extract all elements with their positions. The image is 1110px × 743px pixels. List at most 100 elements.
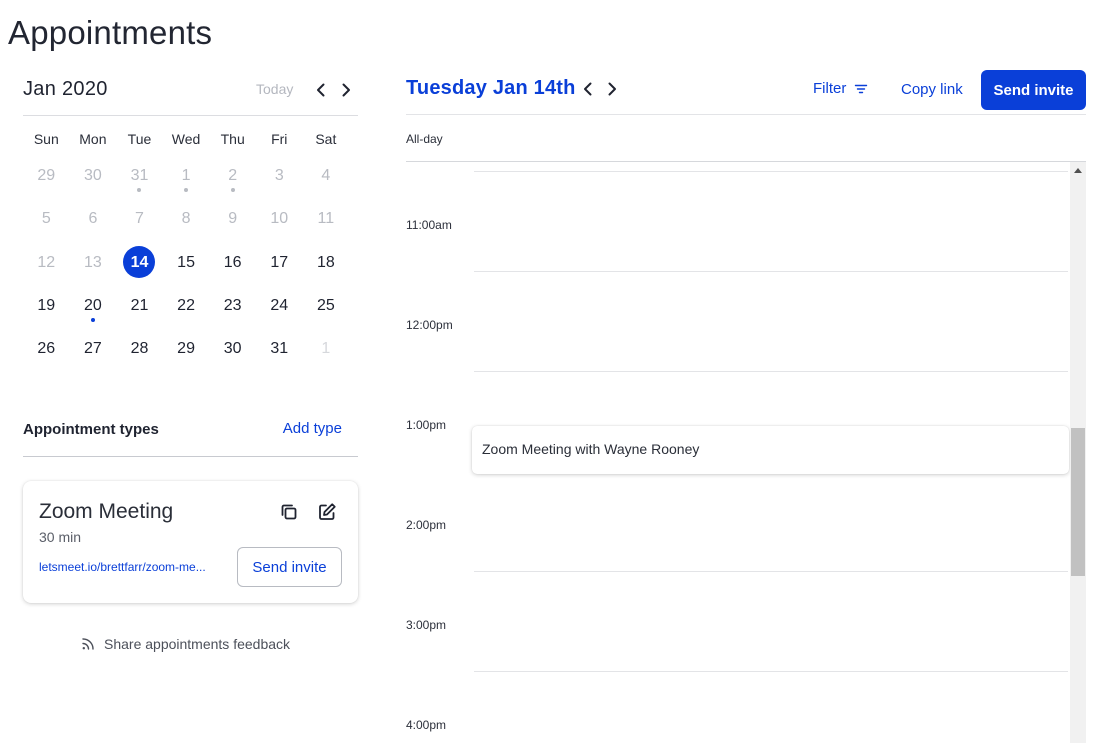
calendar-day[interactable]: 28 — [116, 327, 163, 370]
event-indicator-dot — [184, 188, 189, 193]
calendar-day[interactable]: 4 — [303, 154, 350, 197]
share-feedback-link[interactable]: Share appointments feedback — [80, 636, 290, 652]
calendar-day[interactable]: 9 — [209, 197, 256, 240]
calendar-day[interactable]: 24 — [256, 284, 303, 327]
event-zoom-meeting[interactable]: Zoom Meeting with Wayne Rooney — [472, 426, 1069, 474]
event-indicator-dot — [230, 188, 235, 193]
calendar-day[interactable]: 30 — [209, 327, 256, 370]
appointment-type-duration: 30 min — [39, 529, 82, 545]
calendar-week-row: 19 20 21 22 23 24 25 — [23, 284, 358, 327]
day-timeline[interactable]: 11:00am 12:00pm 1:00pm 2:00pm 3:00pm 4:00pm Zo… — [406, 162, 1086, 743]
calendar-day[interactable]: 7 — [116, 197, 163, 240]
calendar-day[interactable]: 5 — [23, 197, 70, 240]
calendar-day[interactable]: 12 — [23, 241, 70, 284]
calendar-day[interactable]: 27 — [70, 327, 117, 370]
scroll-up-arrow-icon[interactable] — [1074, 168, 1082, 173]
calendar-day-number: 8 — [181, 210, 191, 228]
hour-label: 1:00pm — [406, 418, 447, 432]
calendar-day[interactable]: 15 — [163, 241, 210, 284]
calendar-day[interactable]: 29 — [163, 327, 210, 370]
calendar-day-number: 4 — [321, 167, 331, 184]
day-view: Tuesday Jan 14th Filter Copy link Send i… — [406, 70, 1086, 743]
calendar-day-number: 23 — [223, 296, 242, 314]
calendar-day-number: 29 — [37, 167, 56, 184]
calendar-day-number: 13 — [83, 253, 102, 271]
hour-gridline — [474, 271, 1068, 272]
appointment-type-link[interactable]: letsmeet.io/brettfarr/zoom-me... — [39, 560, 206, 574]
calendar-divider — [23, 115, 358, 116]
weekday-label: Tue — [127, 131, 152, 147]
duplicate-button[interactable] — [278, 501, 300, 523]
page-title: Appointments — [8, 14, 213, 51]
copy-link-button[interactable]: Copy link — [901, 81, 963, 98]
weekday-label: Mon — [79, 131, 107, 147]
calendar-day-number: 26 — [37, 340, 56, 358]
prev-day-button[interactable] — [578, 79, 598, 99]
add-type-link[interactable]: Add type — [283, 420, 342, 437]
card-send-invite-button[interactable]: Send invite — [237, 547, 342, 587]
calendar-day[interactable]: 25 — [303, 284, 350, 327]
calendar-day-number: 31 — [270, 340, 289, 358]
calendar-day[interactable]: 1 — [303, 327, 350, 370]
scroll-thumb[interactable] — [1071, 428, 1085, 576]
filter-label: Filter — [813, 80, 847, 97]
calendar-day-number: 12 — [37, 253, 56, 271]
calendar-week-row: 5 6 7 8 9 10 11 — [23, 197, 358, 240]
next-month-button[interactable] — [336, 80, 356, 100]
calendar-week-row: 12 13 14 15 16 17 18 — [23, 241, 358, 284]
appointment-types-header: Appointment types Add type — [23, 416, 358, 456]
today-button[interactable]: Today — [256, 81, 293, 97]
calendar-day[interactable]: 11 — [303, 197, 350, 240]
calendar-day[interactable]: 16 — [209, 241, 256, 284]
calendar-day-number: 25 — [316, 296, 335, 314]
calendar-week-row: 29 30 31 1 2 3 4 — [23, 154, 358, 197]
send-invite-button[interactable]: Send invite — [981, 70, 1086, 110]
calendar-day[interactable]: 18 — [303, 241, 350, 284]
calendar-day[interactable]: 6 — [70, 197, 117, 240]
calendar-day-number: 3 — [274, 167, 284, 184]
calendar-day[interactable]: 30 — [70, 154, 117, 197]
calendar-day[interactable]: 3 — [256, 154, 303, 197]
copy-icon — [281, 504, 297, 520]
calendar-day[interactable]: 17 — [256, 241, 303, 284]
prev-month-button[interactable] — [311, 80, 331, 100]
calendar-day[interactable]: 19 — [23, 284, 70, 327]
calendar-day[interactable]: 10 — [256, 197, 303, 240]
filter-icon — [855, 84, 868, 93]
calendar-day[interactable]: 29 — [23, 154, 70, 197]
calendar-day-number: 2 — [228, 167, 238, 184]
calendar-day-number: 9 — [228, 210, 238, 228]
allday-label: All-day — [406, 132, 443, 146]
calendar-day-number: 17 — [270, 253, 289, 271]
next-day-button[interactable] — [602, 79, 622, 99]
calendar-grid: Sun Mon Tue Wed Thu Fri Sat 29 30 31 1 2 3 4 5 6 7 8 9 10 1… — [23, 124, 358, 370]
calendar-day[interactable]: 13 — [70, 241, 117, 284]
calendar-day-number: 27 — [83, 340, 102, 358]
calendar-day-number: 21 — [130, 296, 149, 314]
calendar-day[interactable]: 31 — [256, 327, 303, 370]
calendar-day-number: 6 — [88, 210, 98, 228]
calendar-day[interactable]: 2 — [209, 154, 256, 197]
calendar-day-number: 30 — [83, 167, 102, 184]
calendar-day-number: 19 — [37, 296, 56, 314]
calendar-day[interactable]: 26 — [23, 327, 70, 370]
hour-gridline — [474, 171, 1068, 172]
edit-button[interactable] — [316, 501, 338, 523]
calendar-day-number: 1 — [181, 167, 191, 184]
calendar-day[interactable]: 20 — [70, 284, 117, 327]
calendar-day[interactable]: 1 — [163, 154, 210, 197]
chevron-right-icon — [608, 82, 616, 96]
calendar-day-number: 10 — [270, 210, 289, 228]
hour-label: 2:00pm — [406, 518, 447, 532]
hour-label: 12:00pm — [406, 318, 453, 332]
calendar-day[interactable]: 23 — [209, 284, 256, 327]
filter-button[interactable]: Filter — [813, 80, 868, 97]
calendar-day-selected[interactable]: 14 — [116, 241, 163, 284]
calendar-header: Jan 2020 Today — [23, 70, 358, 110]
hour-label: 11:00am — [406, 218, 452, 232]
calendar-day[interactable]: 22 — [163, 284, 210, 327]
calendar-day[interactable]: 8 — [163, 197, 210, 240]
timeline-scrollbar[interactable] — [1070, 162, 1086, 743]
calendar-day[interactable]: 21 — [116, 284, 163, 327]
calendar-day[interactable]: 31 — [116, 154, 163, 197]
